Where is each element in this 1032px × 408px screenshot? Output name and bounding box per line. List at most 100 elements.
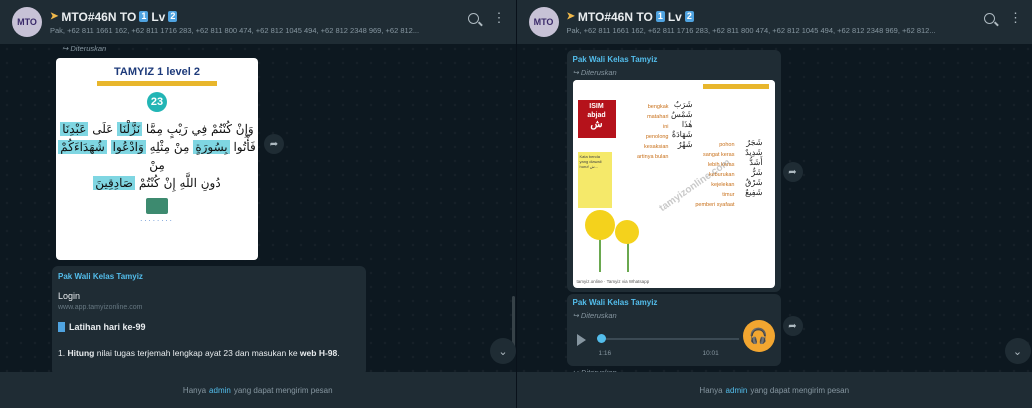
- chevron-down-icon[interactable]: ⌄: [490, 338, 516, 364]
- headphones-icon[interactable]: 🎧: [742, 320, 775, 352]
- verse-word-highlight: وَادْعُوا: [110, 140, 146, 154]
- chat-pane-right: MTO ➤ MTO#46N TO 1 Lv 2 Pak, +62 811 166…: [515, 0, 1032, 408]
- verse-word-highlight: صَادِقِينَ: [93, 176, 135, 190]
- forwarded-text: Diteruskan: [70, 44, 107, 53]
- arrow-icon: ➤: [566, 11, 575, 22]
- forwarded-text: Diteruskan: [580, 68, 617, 77]
- avatar[interactable]: MTO: [528, 7, 559, 37]
- gift-icon: [146, 198, 168, 214]
- link-preview-title[interactable]: Login: [58, 291, 80, 301]
- chat-members: Pak, +62 811 1661 162, +62 811 1716 283,…: [50, 25, 420, 35]
- chat-members: Pak, +62 811 1661 162, +62 811 1716 283,…: [566, 25, 936, 35]
- search-icon[interactable]: [467, 13, 479, 24]
- body-text: .: [337, 348, 340, 358]
- verse-word-highlight: بِسُورَةٍ: [193, 140, 230, 154]
- admin-link[interactable]: admin: [726, 386, 748, 395]
- left-arabic-list: شَرَبٌ شَمْسٌ هٰذَا شَهَادَةٌ شَهْرٌ: [671, 100, 693, 150]
- dandelion-flower: [584, 210, 615, 240]
- notice-text: yang dapat mengirim pesan: [233, 385, 333, 395]
- forward-share-icon[interactable]: ➦: [782, 316, 803, 336]
- message-image[interactable]: ISIM abjad ش Kata benda yang diawali hur…: [572, 80, 775, 288]
- left-word-list: bengkak matahari ini penolong kesaksian artin…: [633, 102, 669, 162]
- vocab-item: artinya bulan: [637, 154, 669, 160]
- image-dots: ........: [140, 214, 174, 223]
- vocab-item: شَدِيدٌ: [745, 148, 763, 157]
- verse-number: 23: [147, 92, 167, 112]
- vocab-item: شَرٌّ: [751, 168, 763, 177]
- chat-title-text: MTO#46N TO: [577, 9, 653, 24]
- message-sender[interactable]: Pak Wali Kelas Tamyiz: [573, 298, 658, 307]
- header-actions: ⋮: [467, 11, 506, 24]
- verse-word: فَأْتُوا: [233, 140, 256, 154]
- notice-text: yang dapat mengirim pesan: [750, 385, 850, 395]
- verse-word-highlight: عَبْدِنَا: [60, 122, 89, 136]
- audio-seek-handle[interactable]: [596, 334, 606, 343]
- message-image[interactable]: TAMYIZ 1 level 2 23 وَإِنْ كُنْتُمْ فِي …: [56, 58, 258, 260]
- more-vertical-icon[interactable]: ⋮: [493, 11, 506, 24]
- admin-only-notice: Hanya admin yang dapat mengirim pesan: [516, 372, 1032, 408]
- verse-word-highlight: شُهَدَاءَكُمْ: [58, 140, 107, 154]
- vocab-item: bengkak: [647, 104, 669, 110]
- vocab-item: penolong: [645, 134, 669, 140]
- vocab-item: أَشَدُّ: [749, 158, 763, 167]
- vocab-item: شَرَبٌ: [673, 100, 693, 109]
- body-text: nilai tugas terjemah lengkap ayat 23 dan…: [94, 348, 300, 358]
- chevron-down-icon[interactable]: ⌄: [1004, 338, 1031, 364]
- more-vertical-icon[interactable]: ⋮: [1009, 11, 1022, 24]
- vocab-item: شَجَرٌ: [746, 138, 763, 147]
- chat-title: ➤ MTO#46N TO 1 Lv 2: [567, 10, 972, 24]
- notice-text: Hanya: [182, 385, 207, 395]
- book-icon: [58, 322, 65, 332]
- verse-word: مِنْ مِثْلِهِ: [149, 140, 190, 154]
- message-heading: Latihan hari ke-99: [58, 322, 146, 332]
- verse-word-highlight: نَزَّلْنَا: [117, 122, 143, 136]
- chat-title-block[interactable]: ➤ MTO#46N TO 1 Lv 2 Pak, +62 811 1661 16…: [567, 10, 972, 35]
- title-lv-text: Lv: [667, 9, 682, 24]
- title-badge-2: 2: [684, 11, 694, 22]
- forwarded-text: Diteruskan: [580, 311, 617, 320]
- play-icon[interactable]: [576, 334, 586, 346]
- isim-box: ISIM abjad ش: [577, 100, 616, 138]
- vocab-item: pohon: [719, 142, 735, 148]
- right-arabic-list: شَجَرٌ شَدِيدٌ أَشَدُّ شَرٌّ شَرْقٌ شَفِيعٌ: [737, 138, 763, 198]
- message-heading-text: Latihan hari ke-99: [69, 322, 146, 332]
- avatar[interactable]: MTO: [12, 7, 42, 37]
- vocab-item: شَرْقٌ: [745, 178, 763, 187]
- audio-message-bubble[interactable]: Pak Wali Kelas Tamyiz ↪ Diteruskan 1:16 …: [566, 294, 781, 366]
- arrow-icon: ➤: [50, 11, 59, 22]
- image-title: TAMYIZ 1 level 2: [114, 66, 200, 78]
- vocab-item: ini: [662, 124, 669, 130]
- vocab-item: sangat keras: [703, 152, 735, 158]
- vocab-item: شَمْسٌ: [670, 110, 693, 119]
- message-sender[interactable]: Pak Wali Kelas Tamyiz: [58, 272, 143, 281]
- message-bubble[interactable]: Pak Wali Kelas Tamyiz Login www.app.tamy…: [52, 266, 366, 376]
- forwarded-label: ↪ Diteruskan: [572, 68, 617, 77]
- forwarded-label: ↪ Diteruskan: [62, 44, 107, 53]
- title-badge-1: 1: [139, 11, 149, 22]
- chat-header[interactable]: MTO ➤ MTO#46N TO 1 Lv 2 Pak, +62 811 166…: [0, 0, 516, 44]
- search-icon[interactable]: [984, 13, 995, 24]
- explanation-box: Kata benda yang diawali huruf ش...: [577, 152, 612, 208]
- message-sender[interactable]: Pak Wali Kelas Tamyiz: [573, 55, 658, 64]
- image-footer: tamyiz.online · Tamyiz via Whatsapp: [576, 279, 650, 284]
- audio-elapsed: 1:16: [598, 350, 612, 357]
- avatar-text: MTO: [17, 17, 37, 27]
- chat-title-block[interactable]: ➤ MTO#46N TO 1 Lv 2 Pak, +62 811 1661 16…: [50, 10, 455, 35]
- title-badge-1: 1: [655, 11, 665, 22]
- chat-header[interactable]: MTO ➤ MTO#46N TO 1 Lv 2 Pak, +62 811 166…: [516, 0, 1032, 44]
- chat-title-text: MTO#46N TO: [61, 9, 137, 24]
- notice-text: Hanya: [699, 385, 723, 395]
- vocab-item: هٰذَا: [681, 120, 693, 129]
- admin-link[interactable]: admin: [209, 386, 231, 395]
- image-ribbon: [97, 81, 217, 86]
- title-lv-text: Lv: [151, 9, 166, 24]
- forward-share-icon[interactable]: ➦: [782, 162, 803, 182]
- chat-pane-left: MTO ➤ MTO#46N TO 1 Lv 2 Pak, +62 811 166…: [0, 0, 516, 408]
- link-preview-url[interactable]: www.app.tamyizonline.com: [58, 304, 142, 311]
- audio-track[interactable]: [598, 338, 739, 340]
- body-bold: Hitung: [67, 348, 95, 358]
- verse-text: وَإِنْ كُنْتُمْ فِي رَيْبٍ مِمَّا نَزَّل…: [56, 120, 258, 192]
- forward-share-icon[interactable]: ➦: [264, 134, 284, 154]
- vocab-item: timur: [722, 192, 735, 198]
- vocab-item: شَهْرٌ: [677, 140, 693, 149]
